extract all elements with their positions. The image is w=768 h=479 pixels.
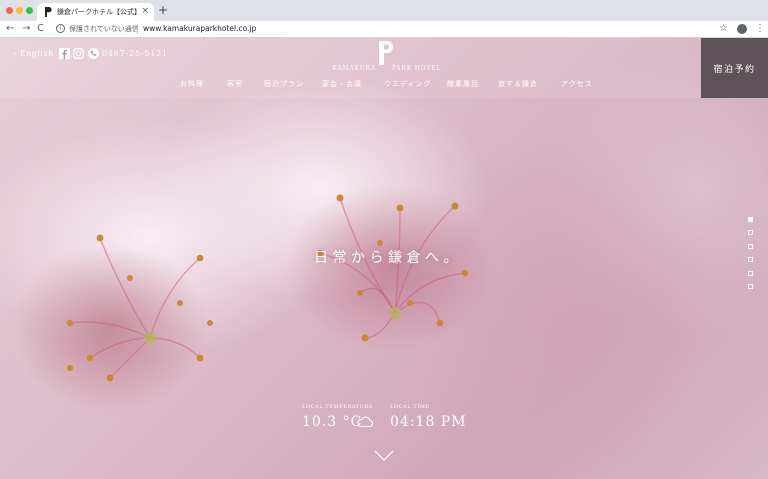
logo-text-kamakura: KAMAKURA [332,65,376,72]
english-link[interactable]: › English [13,48,54,60]
time-label: LOCAL TIME [390,404,430,410]
temperature-value: 10.3 °C [302,414,363,430]
global-nav: お料理 客室 宿泊プラン 宴会・会議 ウエディング 酵素風呂 旅する鎌倉 アクセ… [178,79,608,91]
p-logo-icon [45,7,52,17]
bookmark-star-icon[interactable]: ☆ [719,22,728,36]
forward-arrow-icon[interactable]: → [22,22,30,36]
info-icon[interactable]: i [56,24,65,33]
p-logo-icon [379,41,393,65]
slide-dot-4[interactable] [748,257,753,262]
tab-close-icon[interactable]: × [141,6,149,16]
slide-dot-2[interactable] [748,230,753,235]
nav-item-cuisine[interactable]: お料理 [180,79,204,89]
nav-item-banquet[interactable]: 宴会・会議 [322,79,362,89]
nav-item-access[interactable]: アクセス [561,79,593,89]
slide-dot-3[interactable] [748,244,753,249]
reserve-button[interactable]: 宿泊予約 [701,38,768,98]
logo-text-park-hotel: PARK HOTEL [392,65,442,72]
nav-item-enzyme-bath[interactable]: 酵素風呂 [447,79,479,89]
local-weather-widget: LOCAL TEMPERATURE 10.3 °C LOCAL TIME 04:… [302,404,482,440]
site-logo[interactable]: KAMAKURA PARK HOTEL [330,41,440,75]
nav-item-rooms[interactable]: 客室 [227,79,243,89]
instagram-icon[interactable] [73,48,84,59]
time-value: 04:18 PM [390,414,467,430]
temperature-label: LOCAL TEMPERATURE [302,404,374,410]
window-zoom-button[interactable] [26,7,33,14]
facebook-icon[interactable] [59,48,70,59]
slide-pagination [748,217,754,307]
slide-dot-5[interactable] [748,271,753,276]
omnibox-divider [137,24,138,34]
account-avatar-icon[interactable] [737,24,747,34]
browser-tab-active[interactable]: 鎌倉パークホテル【公式】 | KA × [37,3,154,21]
security-status[interactable]: 保護されていない通信 [69,24,139,34]
phone-icon[interactable] [88,48,99,59]
window-close-button[interactable] [6,7,13,14]
slide-dot-6[interactable] [748,284,753,289]
back-arrow-icon[interactable]: ← [6,22,14,36]
browser-menu-icon[interactable]: ⋮ [755,22,765,36]
nav-item-travel-kamakura[interactable]: 旅する鎌倉 [498,79,538,89]
phone-number[interactable]: 0467-25-5121 [102,48,168,60]
url-bar[interactable]: www.kamakuraparkhotel.co.jp [143,24,256,34]
chevron-down-icon[interactable] [374,450,394,462]
web-page: › English 0467-25-5121 KAMAKURA PARK HOT… [0,38,768,479]
slide-dot-1[interactable] [748,217,753,222]
new-tab-button[interactable]: + [158,3,168,17]
nav-item-wedding[interactable]: ウエディング [384,79,432,89]
nav-item-plans[interactable]: 宿泊プラン [264,79,304,89]
window-minimize-button[interactable] [16,7,23,14]
browser-tab-bar: 鎌倉パークホテル【公式】 | KA × + [0,0,768,21]
tab-title: 鎌倉パークホテル【公式】 | KA [57,8,137,16]
reload-icon[interactable]: C [37,22,44,36]
browser-toolbar: ← → C i 保護されていない通信 www.kamakuraparkhotel… [0,21,768,38]
cloud-icon [357,416,373,427]
hero-catchphrase: 日常から鎌倉へ。 [314,250,462,266]
